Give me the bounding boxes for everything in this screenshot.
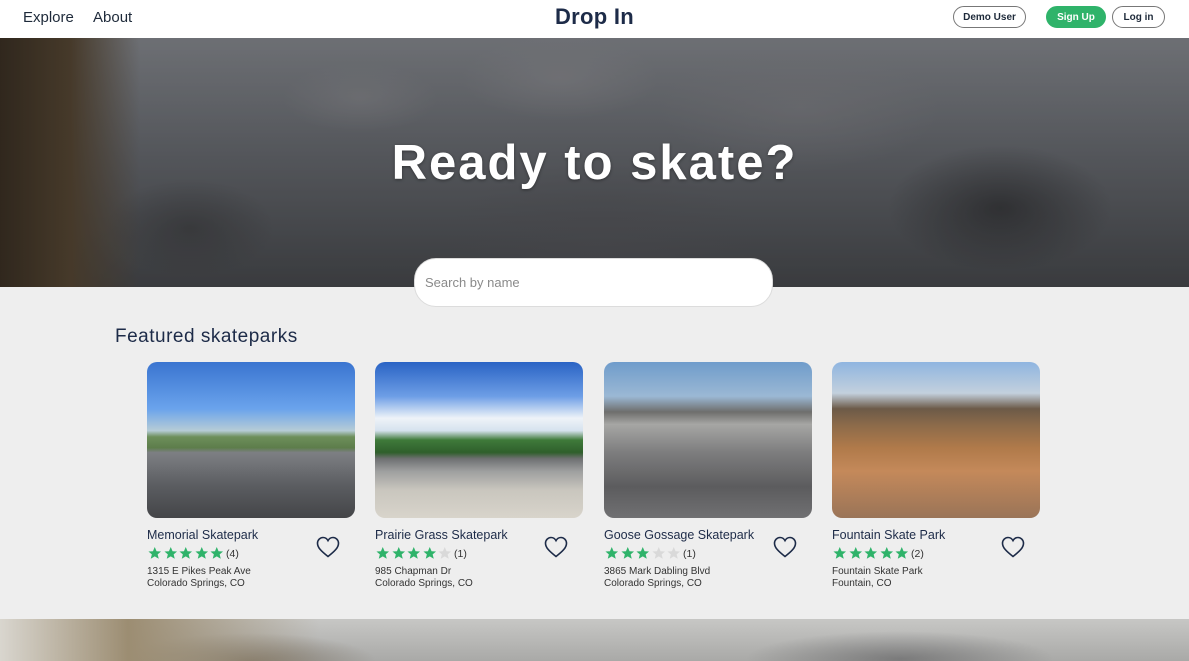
address-line-2: Colorado Springs, CO <box>375 578 473 589</box>
address-line-1: 3865 Mark Dabling Blvd <box>604 566 711 577</box>
sign-up-button[interactable]: Sign Up <box>1046 6 1106 28</box>
star-icon <box>210 547 224 559</box>
top-nav: Explore About Drop In Demo User Sign Up … <box>0 0 1189 38</box>
nav-explore-link[interactable]: Explore <box>23 9 74 26</box>
review-count: (1) <box>454 548 467 560</box>
star-icon <box>667 547 681 559</box>
star-icon <box>848 547 862 559</box>
address-line-1: 1315 E Pikes Peak Ave <box>147 566 251 577</box>
favorite-heart-icon[interactable] <box>1001 536 1025 558</box>
address-line-2: Colorado Springs, CO <box>604 578 702 589</box>
park-name[interactable]: Prairie Grass Skatepark <box>375 528 508 542</box>
park-photo[interactable] <box>832 362 1040 518</box>
star-icon <box>895 547 909 559</box>
footer-plants-decoration <box>0 619 320 661</box>
star-icon <box>422 547 436 559</box>
review-count: (1) <box>683 548 696 560</box>
park-photo[interactable] <box>147 362 355 518</box>
nav-about-link[interactable]: About <box>93 9 132 26</box>
star-icon <box>833 547 847 559</box>
park-address: 985 Chapman Dr Colorado Springs, CO <box>375 566 473 590</box>
star-icon <box>636 547 650 559</box>
rating-stars <box>832 546 910 560</box>
park-name[interactable]: Memorial Skatepark <box>147 528 258 542</box>
brand-logo-text[interactable]: Drop In <box>555 4 634 29</box>
log-in-button[interactable]: Log in <box>1112 6 1165 28</box>
footer-banner-image <box>0 619 1189 661</box>
review-count: (4) <box>226 548 239 560</box>
hero-banner: Ready to skate? <box>0 38 1189 287</box>
star-icon <box>605 547 619 559</box>
star-icon <box>391 547 405 559</box>
star-icon <box>651 547 665 559</box>
park-address: 3865 Mark Dabling Blvd Colorado Springs,… <box>604 566 710 590</box>
park-card: Goose Gossage Skatepark (1) 3865 Mark Da… <box>604 362 812 594</box>
park-name[interactable]: Goose Gossage Skatepark <box>604 528 754 542</box>
featured-section-title: Featured skateparks <box>115 326 298 347</box>
hero-title: Ready to skate? <box>391 136 798 190</box>
rating-stars <box>604 546 682 560</box>
park-address: Fountain Skate Park Fountain, CO <box>832 566 923 590</box>
demo-user-button[interactable]: Demo User <box>953 6 1026 28</box>
park-address: 1315 E Pikes Peak Ave Colorado Springs, … <box>147 566 251 590</box>
star-icon <box>864 547 878 559</box>
star-icon <box>620 547 634 559</box>
star-icon <box>879 547 893 559</box>
star-icon <box>148 547 162 559</box>
park-card: Fountain Skate Park (2) Fountain Skate P… <box>832 362 1040 594</box>
favorite-heart-icon[interactable] <box>773 536 797 558</box>
star-icon <box>163 547 177 559</box>
address-line-1: Fountain Skate Park <box>832 566 923 577</box>
star-icon <box>194 547 208 559</box>
favorite-heart-icon[interactable] <box>544 536 568 558</box>
star-icon <box>438 547 452 559</box>
search-input[interactable] <box>414 258 773 307</box>
review-count: (2) <box>911 548 924 560</box>
park-photo[interactable] <box>604 362 812 518</box>
park-name[interactable]: Fountain Skate Park <box>832 528 945 542</box>
address-line-1: 985 Chapman Dr <box>375 566 452 577</box>
park-photo[interactable] <box>375 362 583 518</box>
address-line-2: Fountain, CO <box>832 578 892 589</box>
star-icon <box>376 547 390 559</box>
park-card: Memorial Skatepark (4) 1315 E Pikes Peak… <box>147 362 355 594</box>
rating-stars <box>147 546 225 560</box>
star-icon <box>179 547 193 559</box>
park-card: Prairie Grass Skatepark (1) 985 Chapman … <box>375 362 583 594</box>
rating-stars <box>375 546 453 560</box>
favorite-heart-icon[interactable] <box>316 536 340 558</box>
star-icon <box>407 547 421 559</box>
address-line-2: Colorado Springs, CO <box>147 578 245 589</box>
